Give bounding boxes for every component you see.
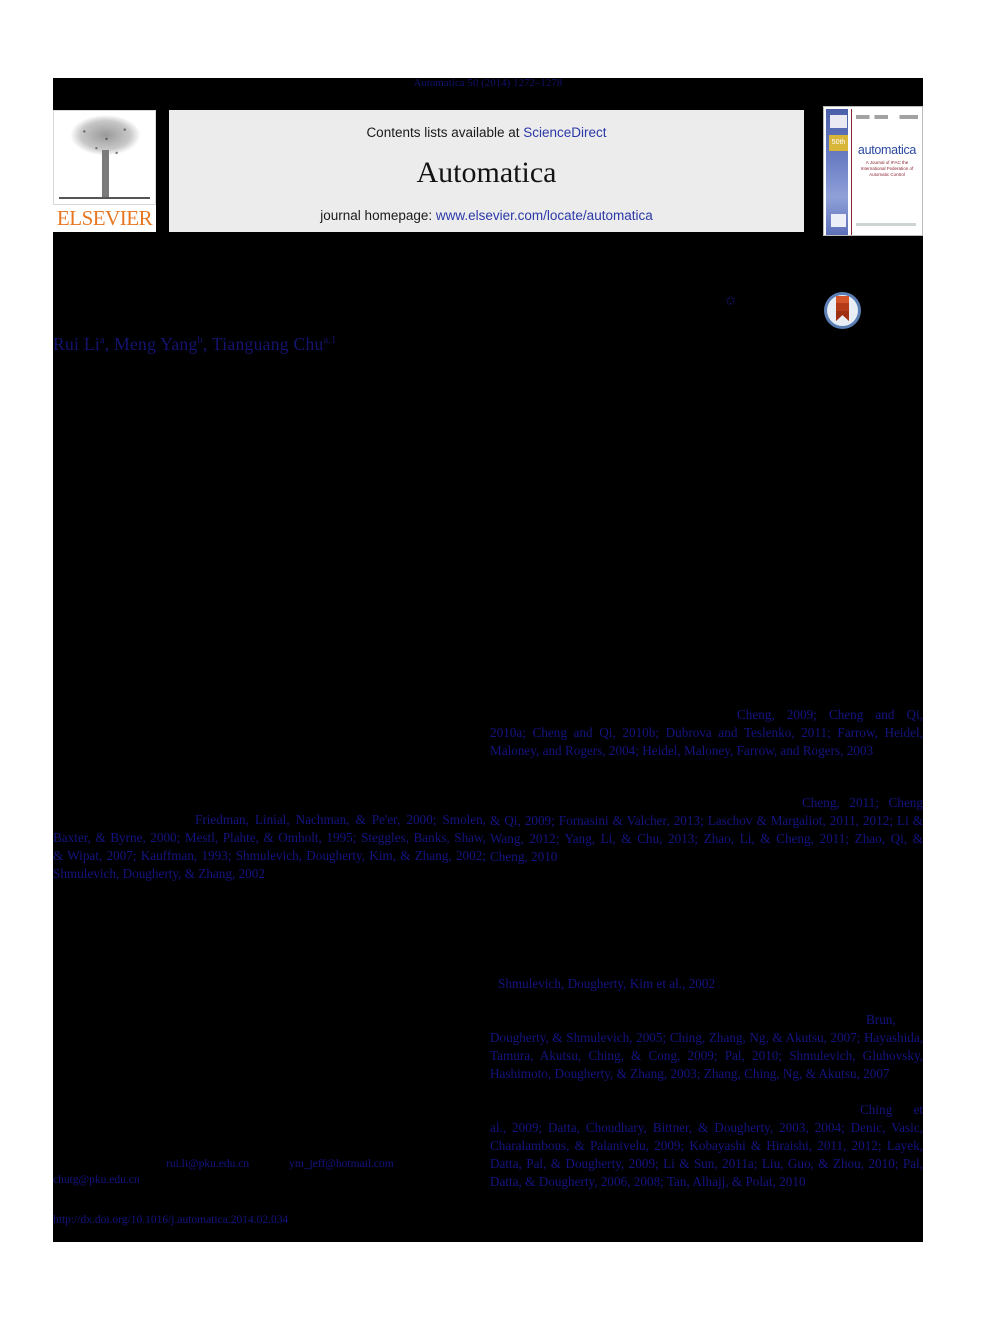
citation-links-right-2[interactable]: Cheng, 2011; Cheng & Qi, 2009; Fornasini…: [490, 794, 923, 866]
author-2-name[interactable]: Meng Yang: [114, 334, 197, 354]
cover-footer-line: [856, 223, 916, 226]
author-3-affiliation-marker: a,1: [323, 335, 337, 347]
elsevier-tree-ground: [59, 197, 150, 199]
cover-journal-subtitle: A Journal of IFAC the International Fede…: [860, 160, 914, 177]
elsevier-tree-trunk: [102, 150, 109, 198]
citation-links-right-5[interactable]: Ching et al., 2009; Datta, Choudhary, Bi…: [490, 1101, 923, 1191]
author-list: Rui Lia, Meng Yangb, Tianguang Chua,1: [53, 334, 653, 355]
author-separator-1: ,: [104, 334, 115, 354]
citation-links-right-3[interactable]: Shmulevich, Dougherty, Kim et al., 2002: [498, 975, 923, 993]
author-email-3[interactable]: chutg@pku.edu.cn: [53, 1174, 140, 1186]
cover-publisher-mark-icon: [830, 115, 847, 128]
author-1-name[interactable]: Rui Li: [53, 334, 100, 354]
elsevier-wordmark: ELSEVIER: [56, 206, 153, 230]
journal-homepage-line: journal homepage: www.elsevier.com/locat…: [169, 208, 804, 223]
cover-divider: [851, 109, 852, 235]
contents-prefix-text: Contents lists available at: [366, 125, 524, 140]
citation-links-right-4[interactable]: Brun, Dougherty, & Shmulevich, 2005; Chi…: [490, 1011, 923, 1083]
journal-homepage-link[interactable]: www.elsevier.com/locate/automatica: [436, 208, 653, 223]
cover-anniversary-badge: 50th: [829, 135, 848, 151]
citation-links-right-1[interactable]: Cheng, 2009; Cheng and Qi, 2010a; Cheng …: [490, 706, 923, 760]
running-head: Automatica 50 (2014) 1272–1278: [413, 78, 563, 89]
citation-links-left-1[interactable]: Friedman, Linial, Nachman, & Pe'er, 2000…: [53, 811, 486, 883]
author-email-1[interactable]: rui.li@pku.edu.cn: [166, 1158, 249, 1170]
crossmark-badge-icon[interactable]: [823, 291, 862, 330]
cover-journal-name: automatica: [857, 143, 917, 157]
journal-info-band: Contents lists available at ScienceDirec…: [169, 110, 804, 232]
author-email-2[interactable]: ym_jeff@hotmail.com: [289, 1158, 394, 1170]
elsevier-logo: ELSEVIER: [53, 110, 156, 232]
author-emails: rui.li@pku.edu.cn ym_jeff@hotmail.comchut…: [53, 1156, 486, 1188]
cover-ifac-logo-icon: [831, 214, 846, 227]
contents-available-line: Contents lists available at ScienceDirec…: [169, 125, 804, 140]
redacted-page-body: Automatica 50 (2014) 1272–1278 ELSEVIER …: [53, 78, 923, 1242]
journal-cover-thumbnail: 50th automatica A Journal of IFAC the In…: [823, 106, 923, 236]
sciencedirect-link[interactable]: ScienceDirect: [523, 125, 606, 140]
journal-masthead: ELSEVIER Contents lists available at Sci…: [53, 106, 923, 236]
author-3-name[interactable]: Tianguang Chu: [212, 334, 324, 354]
cover-spine: 50th: [826, 109, 848, 235]
footnote-divider: [53, 1136, 203, 1137]
star-footnote-icon[interactable]: ✩: [725, 294, 736, 307]
cover-issue-line: [856, 115, 918, 119]
doi-link[interactable]: http://dx.doi.org/10.1016/j.automatica.2…: [53, 1214, 486, 1226]
journal-title: Automatica: [416, 156, 557, 189]
author-separator-2: ,: [202, 334, 212, 354]
homepage-prefix-text: journal homepage:: [320, 208, 436, 223]
